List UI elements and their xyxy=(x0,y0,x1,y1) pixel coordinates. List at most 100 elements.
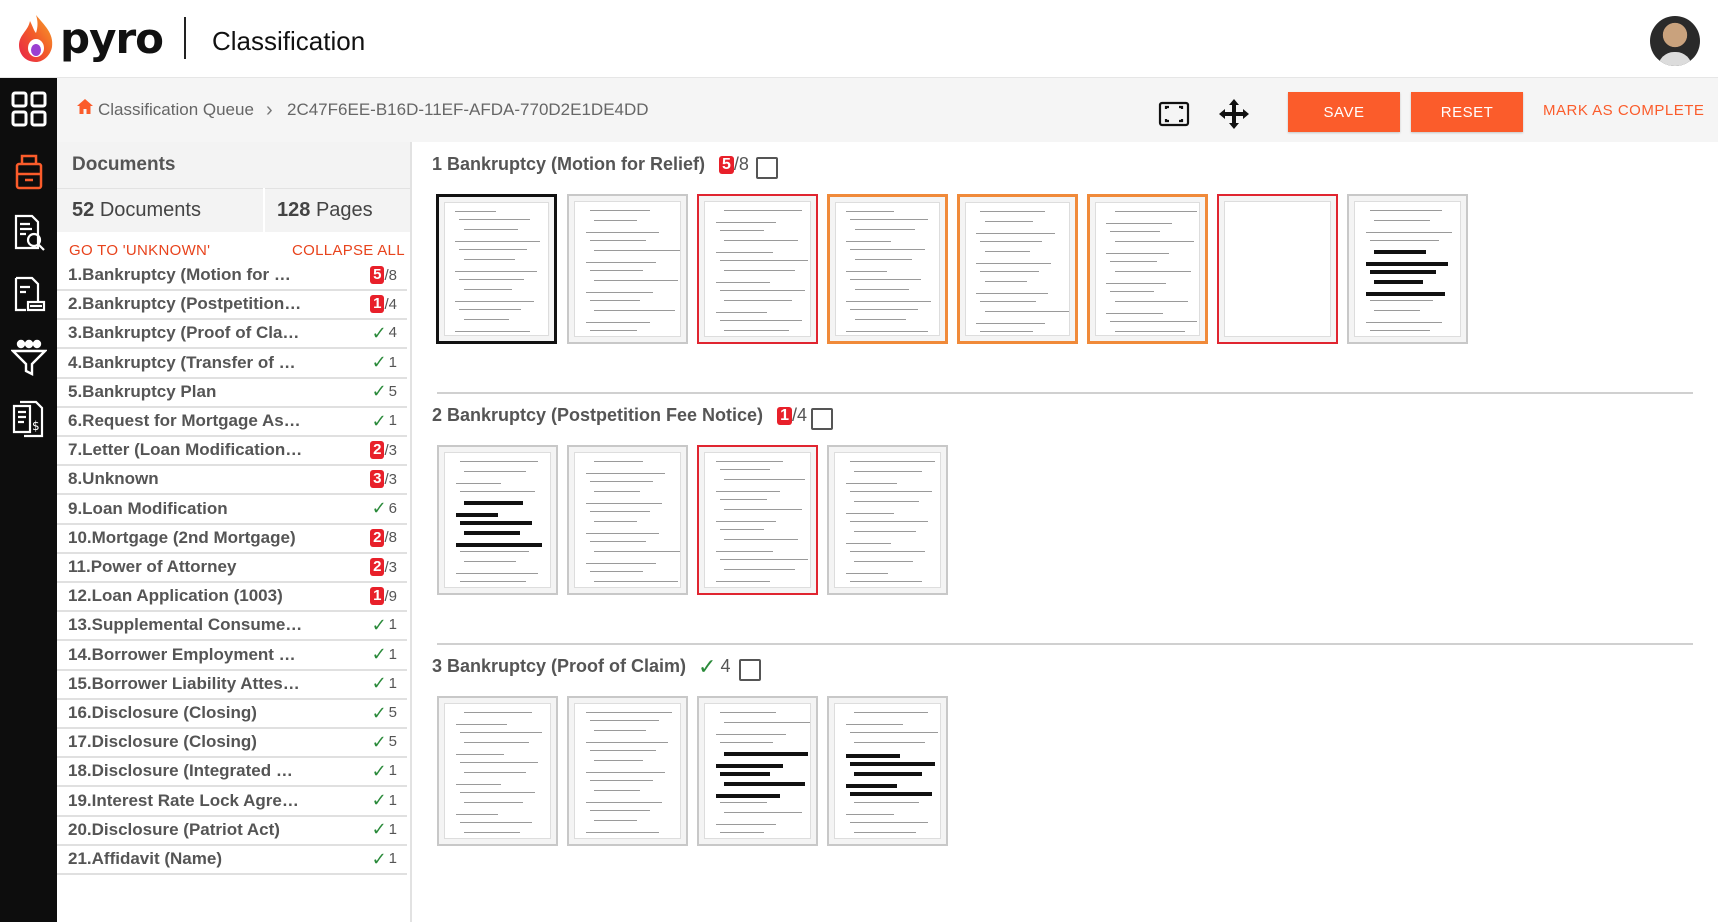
document-status: ✓ 1 xyxy=(371,644,397,665)
document-name: 8.Unknown xyxy=(68,469,159,489)
list-item[interactable]: 4.Bankruptcy (Transfer of … ✓ 1 xyxy=(57,348,407,379)
page-thumbnail[interactable] xyxy=(697,445,818,595)
page-thumbnail[interactable] xyxy=(1087,194,1208,344)
list-item[interactable]: 21.Affidavit (Name) ✓ 1 xyxy=(57,844,407,875)
check-icon: ✓ xyxy=(371,819,387,840)
fit-screen-icon[interactable] xyxy=(1158,100,1190,128)
page-preview xyxy=(704,703,811,839)
goto-unknown-link[interactable]: GO TO 'UNKNOWN' xyxy=(69,242,210,259)
page-total: 1 xyxy=(388,850,397,867)
page-count-label: Pages xyxy=(315,199,373,221)
page-thumbnail[interactable] xyxy=(567,445,688,595)
page-thumbnail[interactable] xyxy=(697,696,818,846)
page-preview xyxy=(965,202,1070,336)
list-item[interactable]: 6.Request for Mortgage As… ✓ 1 xyxy=(57,406,407,437)
list-item[interactable]: 13.Supplemental Consume… ✓ 1 xyxy=(57,610,407,642)
left-nav-rail: $ xyxy=(0,78,57,922)
document-count-label: Documents xyxy=(99,199,201,221)
stats-divider xyxy=(263,188,265,232)
list-item[interactable]: 14.Borrower Employment … ✓ 1 xyxy=(57,640,407,671)
document-name: 2.Bankruptcy (Postpetition… xyxy=(68,294,302,314)
document-name: 19.Interest Rate Lock Agre… xyxy=(68,790,299,810)
document-status: ✓ 4 xyxy=(372,324,397,342)
section-title: 1 Bankruptcy (Motion for Relief) 5/8 xyxy=(432,154,749,175)
check-icon: ✓ xyxy=(371,790,387,811)
page-preview xyxy=(835,202,940,336)
breadcrumb-root[interactable]: Classification Queue xyxy=(98,100,254,120)
document-status: ✓ 1 xyxy=(371,352,397,373)
page-total: 1 xyxy=(388,820,397,838)
list-item[interactable]: 8.Unknown 3/3 xyxy=(57,464,407,496)
page-thumbnail[interactable] xyxy=(567,194,688,344)
section-select-checkbox[interactable] xyxy=(756,157,778,179)
page-thumbnail[interactable] xyxy=(436,194,557,344)
mark-complete-button[interactable]: MARK AS COMPLETE xyxy=(1543,102,1704,119)
page-preview xyxy=(1224,201,1331,337)
page-thumbnail[interactable] xyxy=(827,194,948,344)
list-item[interactable]: 12.Loan Application (1003) 1/9 xyxy=(57,581,407,613)
nav-filter[interactable] xyxy=(0,326,57,388)
page-preview xyxy=(1095,202,1200,336)
page-thumbnail[interactable] xyxy=(437,696,558,846)
save-button[interactable]: SAVE xyxy=(1288,92,1400,132)
nav-document-review[interactable] xyxy=(0,202,57,264)
section-name: 2 Bankruptcy (Postpetition Fee Notice) xyxy=(432,405,764,425)
page-thumbnail[interactable] xyxy=(827,696,948,846)
documents-header: Documents xyxy=(57,142,410,188)
document-name: 21.Affidavit (Name) xyxy=(68,849,222,868)
list-item[interactable]: 15.Borrower Liability Attes… ✓ 1 xyxy=(57,669,407,700)
document-status: ✓ 5 xyxy=(372,733,397,751)
list-item[interactable]: 9.Loan Modification ✓ 6 xyxy=(57,494,407,525)
check-icon: ✓ xyxy=(371,760,387,781)
page-thumbnail[interactable] xyxy=(1347,194,1468,344)
list-item[interactable]: 11.Power of Attorney 2/3 xyxy=(57,552,407,583)
reset-button[interactable]: RESET xyxy=(1411,92,1523,132)
list-item[interactable]: 17.Disclosure (Closing) ✓ 5 xyxy=(57,727,407,759)
list-item[interactable]: 3.Bankruptcy (Proof of Cla… ✓ 4 xyxy=(57,318,407,350)
list-item[interactable]: 7.Letter (Loan Modification… 2/3 xyxy=(57,435,407,467)
document-status: 3/3 xyxy=(370,470,397,489)
section-name: 1 Bankruptcy (Motion for Relief) xyxy=(432,154,706,174)
list-item[interactable]: 5.Bankruptcy Plan ✓ 5 xyxy=(57,377,407,408)
nav-billing[interactable]: $ xyxy=(0,388,57,450)
page-count-value: 128 xyxy=(277,199,311,221)
list-item[interactable]: 1.Bankruptcy (Motion for … 5/8 xyxy=(57,260,407,291)
nav-dashboard[interactable] xyxy=(0,78,57,140)
check-icon: ✓ xyxy=(698,653,717,679)
list-item[interactable]: 19.Interest Rate Lock Agre… ✓ 1 xyxy=(57,786,407,817)
list-item[interactable]: 16.Disclosure (Closing) ✓ 5 xyxy=(57,698,407,729)
page-thumbnail[interactable] xyxy=(697,194,818,344)
document-name: 20.Disclosure (Patriot Act) xyxy=(68,819,280,839)
error-count-badge: 1 xyxy=(370,587,385,606)
page-total: 1 xyxy=(388,762,397,780)
document-status: ✓ 1 xyxy=(371,819,397,840)
page-thumbnail[interactable] xyxy=(957,194,1078,344)
page-thumbnail[interactable] xyxy=(1217,194,1338,344)
document-name: 9.Loan Modification xyxy=(68,498,228,518)
nav-extraction[interactable] xyxy=(0,264,57,326)
check-icon: ✓ xyxy=(371,614,387,635)
error-count-badge: 2 xyxy=(370,441,385,460)
document-status: ✓ 1 xyxy=(371,614,397,635)
check-icon: ✓ xyxy=(371,644,387,665)
nav-classification[interactable] xyxy=(0,140,57,202)
document-status: 5/8 xyxy=(370,266,397,284)
list-item[interactable]: 20.Disclosure (Patriot Act) ✓ 1 xyxy=(57,815,407,846)
page-title: Classification xyxy=(212,26,366,56)
section-select-checkbox[interactable] xyxy=(739,659,761,681)
list-item[interactable]: 18.Disclosure (Integrated … ✓ 1 xyxy=(57,756,407,788)
check-icon: ✓ xyxy=(371,352,387,373)
brand-logo[interactable]: pyro xyxy=(16,12,164,64)
collapse-all-link[interactable]: COLLAPSE ALL xyxy=(292,242,405,259)
page-total: /9 xyxy=(384,587,397,605)
home-icon[interactable] xyxy=(76,98,94,115)
list-item[interactable]: 10.Mortgage (2nd Mortgage) 2/8 xyxy=(57,523,407,554)
section-select-checkbox[interactable] xyxy=(811,408,833,430)
user-avatar[interactable] xyxy=(1650,16,1700,66)
page-thumbnail[interactable] xyxy=(827,445,948,595)
list-item[interactable]: 2.Bankruptcy (Postpetition… 1/4 xyxy=(57,289,407,321)
documents-heading: Documents xyxy=(72,154,176,175)
page-thumbnail[interactable] xyxy=(437,445,558,595)
move-arrows-icon[interactable] xyxy=(1218,98,1250,130)
page-thumbnail[interactable] xyxy=(567,696,688,846)
